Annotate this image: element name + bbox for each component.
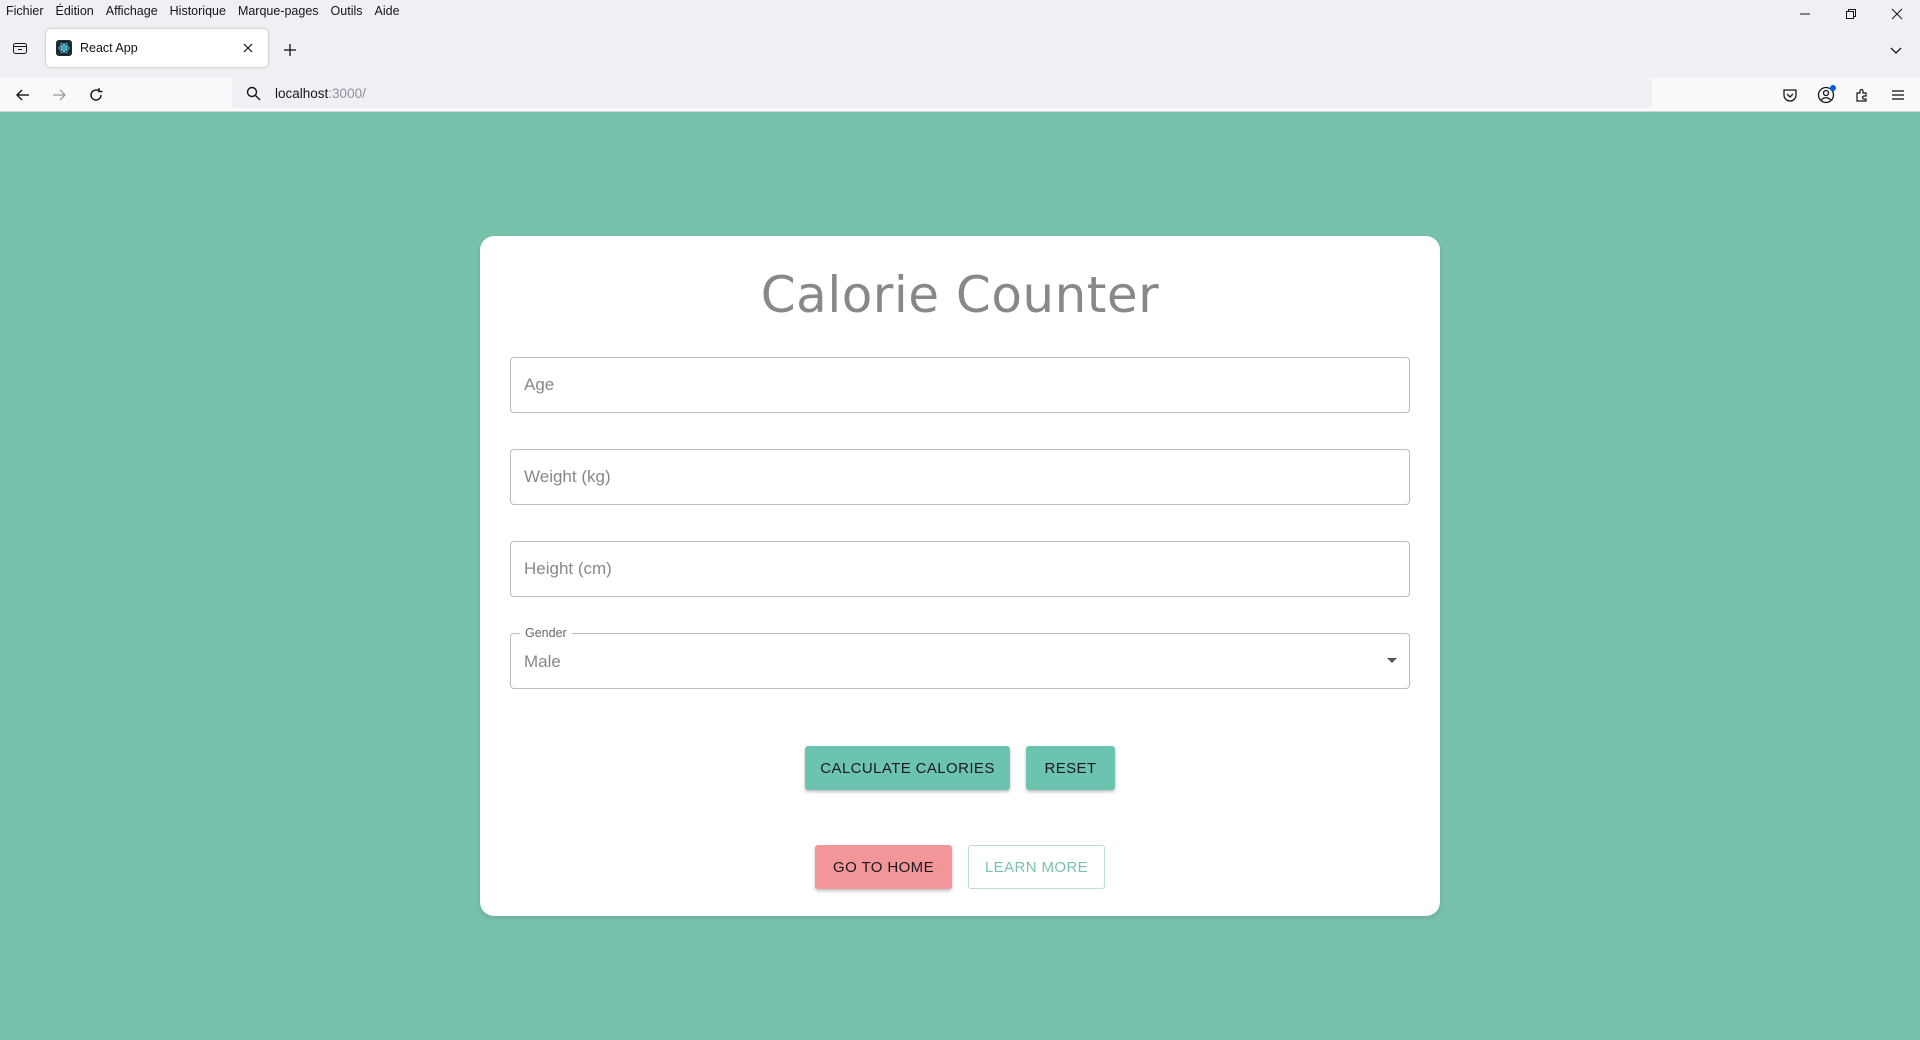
- forward-button[interactable]: [47, 83, 71, 107]
- learn-more-button[interactable]: LEARN MORE: [968, 845, 1105, 889]
- weight-field[interactable]: [510, 449, 1410, 505]
- gender-value: Male: [524, 652, 561, 671]
- menu-affichage[interactable]: Affichage: [100, 0, 164, 22]
- calculate-calories-button[interactable]: CALCULATE CALORIES: [805, 746, 1010, 790]
- puzzle-icon: [1856, 88, 1867, 102]
- menu-outils[interactable]: Outils: [325, 0, 369, 22]
- pocket-icon: [1783, 89, 1797, 102]
- reset-button[interactable]: RESET: [1026, 746, 1115, 790]
- reload-button[interactable]: [84, 83, 108, 107]
- url-path: :3000/: [328, 85, 366, 101]
- minimize-icon: [1800, 13, 1810, 15]
- height-field[interactable]: [510, 541, 1410, 597]
- chevron-down-icon: [1890, 47, 1902, 54]
- close-icon: [1891, 8, 1903, 20]
- app-menu-button[interactable]: [1886, 83, 1910, 107]
- tab-react-app[interactable]: React App: [46, 29, 268, 67]
- notification-dot: [1830, 85, 1836, 91]
- menu-marque-pages[interactable]: Marque-pages: [232, 0, 325, 22]
- page-title: Calorie Counter: [760, 266, 1160, 324]
- list-all-tabs-button[interactable]: [1884, 38, 1908, 62]
- calorie-counter-card: Calorie Counter Gender Male CALCULATE CA…: [480, 236, 1440, 916]
- restore-icon: [1846, 9, 1856, 19]
- navigation-toolbar: localhost:3000/: [0, 78, 1920, 112]
- url-host: localhost: [275, 85, 329, 101]
- toolbar-right: [1778, 83, 1910, 107]
- reload-icon: [90, 88, 103, 101]
- tab-close-button[interactable]: [238, 38, 258, 58]
- menu-bar: Fichier Édition Affichage Historique Mar…: [0, 0, 1920, 22]
- url-text: localhost:3000/: [275, 86, 366, 101]
- go-to-home-button[interactable]: GO TO HOME: [815, 845, 952, 889]
- gender-select[interactable]: Gender Male: [510, 626, 1410, 689]
- tab-title: React App: [80, 41, 138, 55]
- menu-aide[interactable]: Aide: [369, 0, 406, 22]
- close-icon: [243, 43, 253, 53]
- firefox-view-button[interactable]: [8, 36, 32, 60]
- tab-bar: React App: [0, 22, 1920, 78]
- account-button[interactable]: [1814, 83, 1838, 107]
- new-tab-button[interactable]: [278, 38, 302, 62]
- menu-fichier[interactable]: Fichier: [0, 0, 50, 22]
- arrow-left-icon: [16, 89, 29, 101]
- dropdown-arrow-icon: [1387, 658, 1397, 663]
- age-input[interactable]: [511, 358, 1409, 412]
- back-button[interactable]: [11, 83, 35, 107]
- gender-label: Gender: [520, 626, 572, 640]
- search-icon: [246, 86, 261, 100]
- menu-edition[interactable]: Édition: [50, 0, 100, 22]
- url-bar[interactable]: localhost:3000/: [232, 78, 1652, 108]
- arrow-right-icon: [53, 89, 66, 101]
- weight-input[interactable]: [511, 450, 1409, 504]
- pocket-button[interactable]: [1778, 83, 1802, 107]
- react-logo-icon: [56, 40, 72, 56]
- menu-historique[interactable]: Historique: [164, 0, 232, 22]
- height-input[interactable]: [511, 542, 1409, 596]
- firefox-view-icon: [13, 43, 27, 54]
- hamburger-menu-icon: [1892, 90, 1904, 100]
- plus-icon: [284, 44, 296, 56]
- extensions-button[interactable]: [1850, 83, 1874, 107]
- age-field[interactable]: [510, 357, 1410, 413]
